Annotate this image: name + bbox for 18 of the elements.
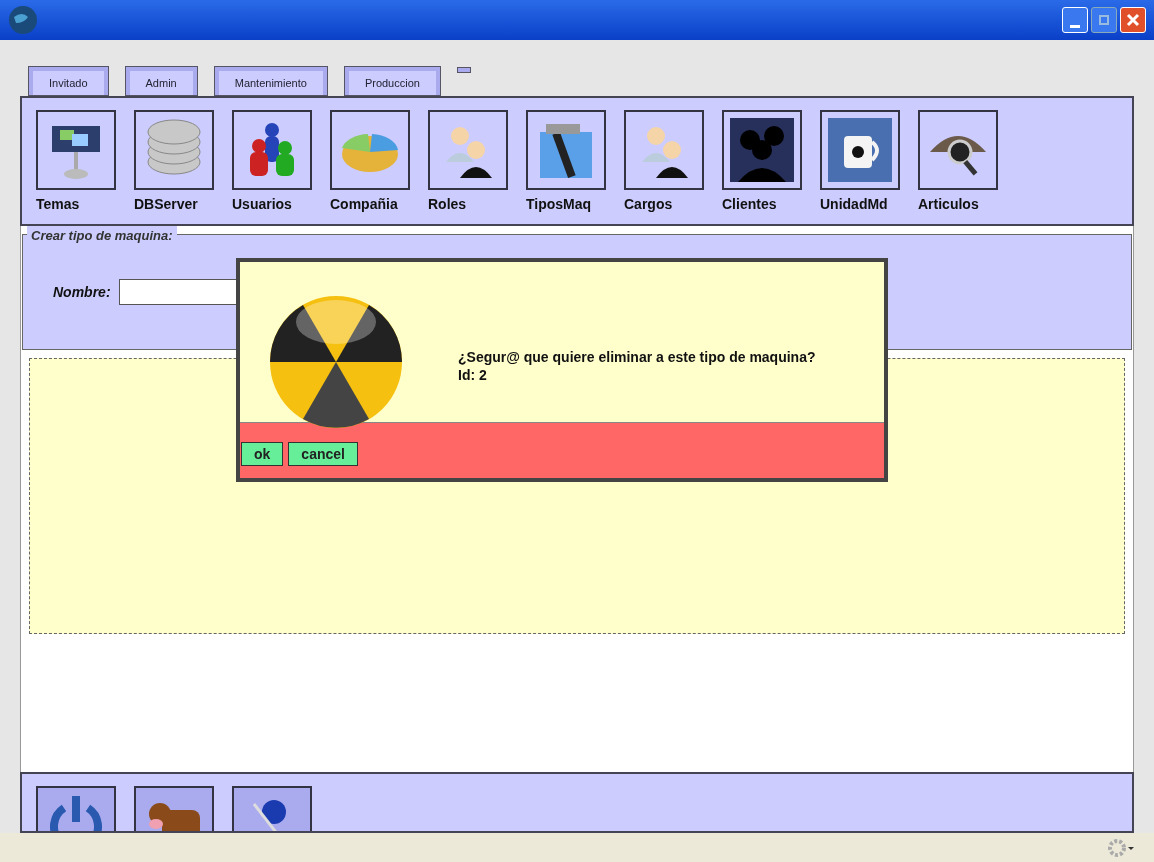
tab[interactable]: Admin (124, 66, 198, 96)
gear-icon (1108, 838, 1134, 857)
dialog-message: ¿Segur@ que quiere eliminar a este tipo de maquina? (458, 348, 817, 366)
tab[interactable]: Invitado (28, 66, 109, 96)
globe-icon (8, 5, 38, 35)
dialog-button[interactable]: cancel (288, 442, 358, 466)
silhouettes-icon (730, 118, 794, 182)
name-label: Nombre: (53, 282, 111, 302)
tab[interactable]: Produccion (343, 66, 441, 96)
mug-icon (828, 118, 892, 182)
dialog-button[interactable]: ok (241, 442, 284, 466)
form-title: Crear tipo de maquina: (27, 226, 177, 246)
close-button[interactable] (1120, 7, 1146, 33)
tab[interactable]: Mantenimiento (213, 66, 328, 96)
tab-scroll-marker (456, 67, 471, 73)
close-icon (1126, 13, 1140, 27)
minimize-button[interactable] (1062, 7, 1088, 33)
dialog-detail: Id: 2 (458, 366, 488, 384)
